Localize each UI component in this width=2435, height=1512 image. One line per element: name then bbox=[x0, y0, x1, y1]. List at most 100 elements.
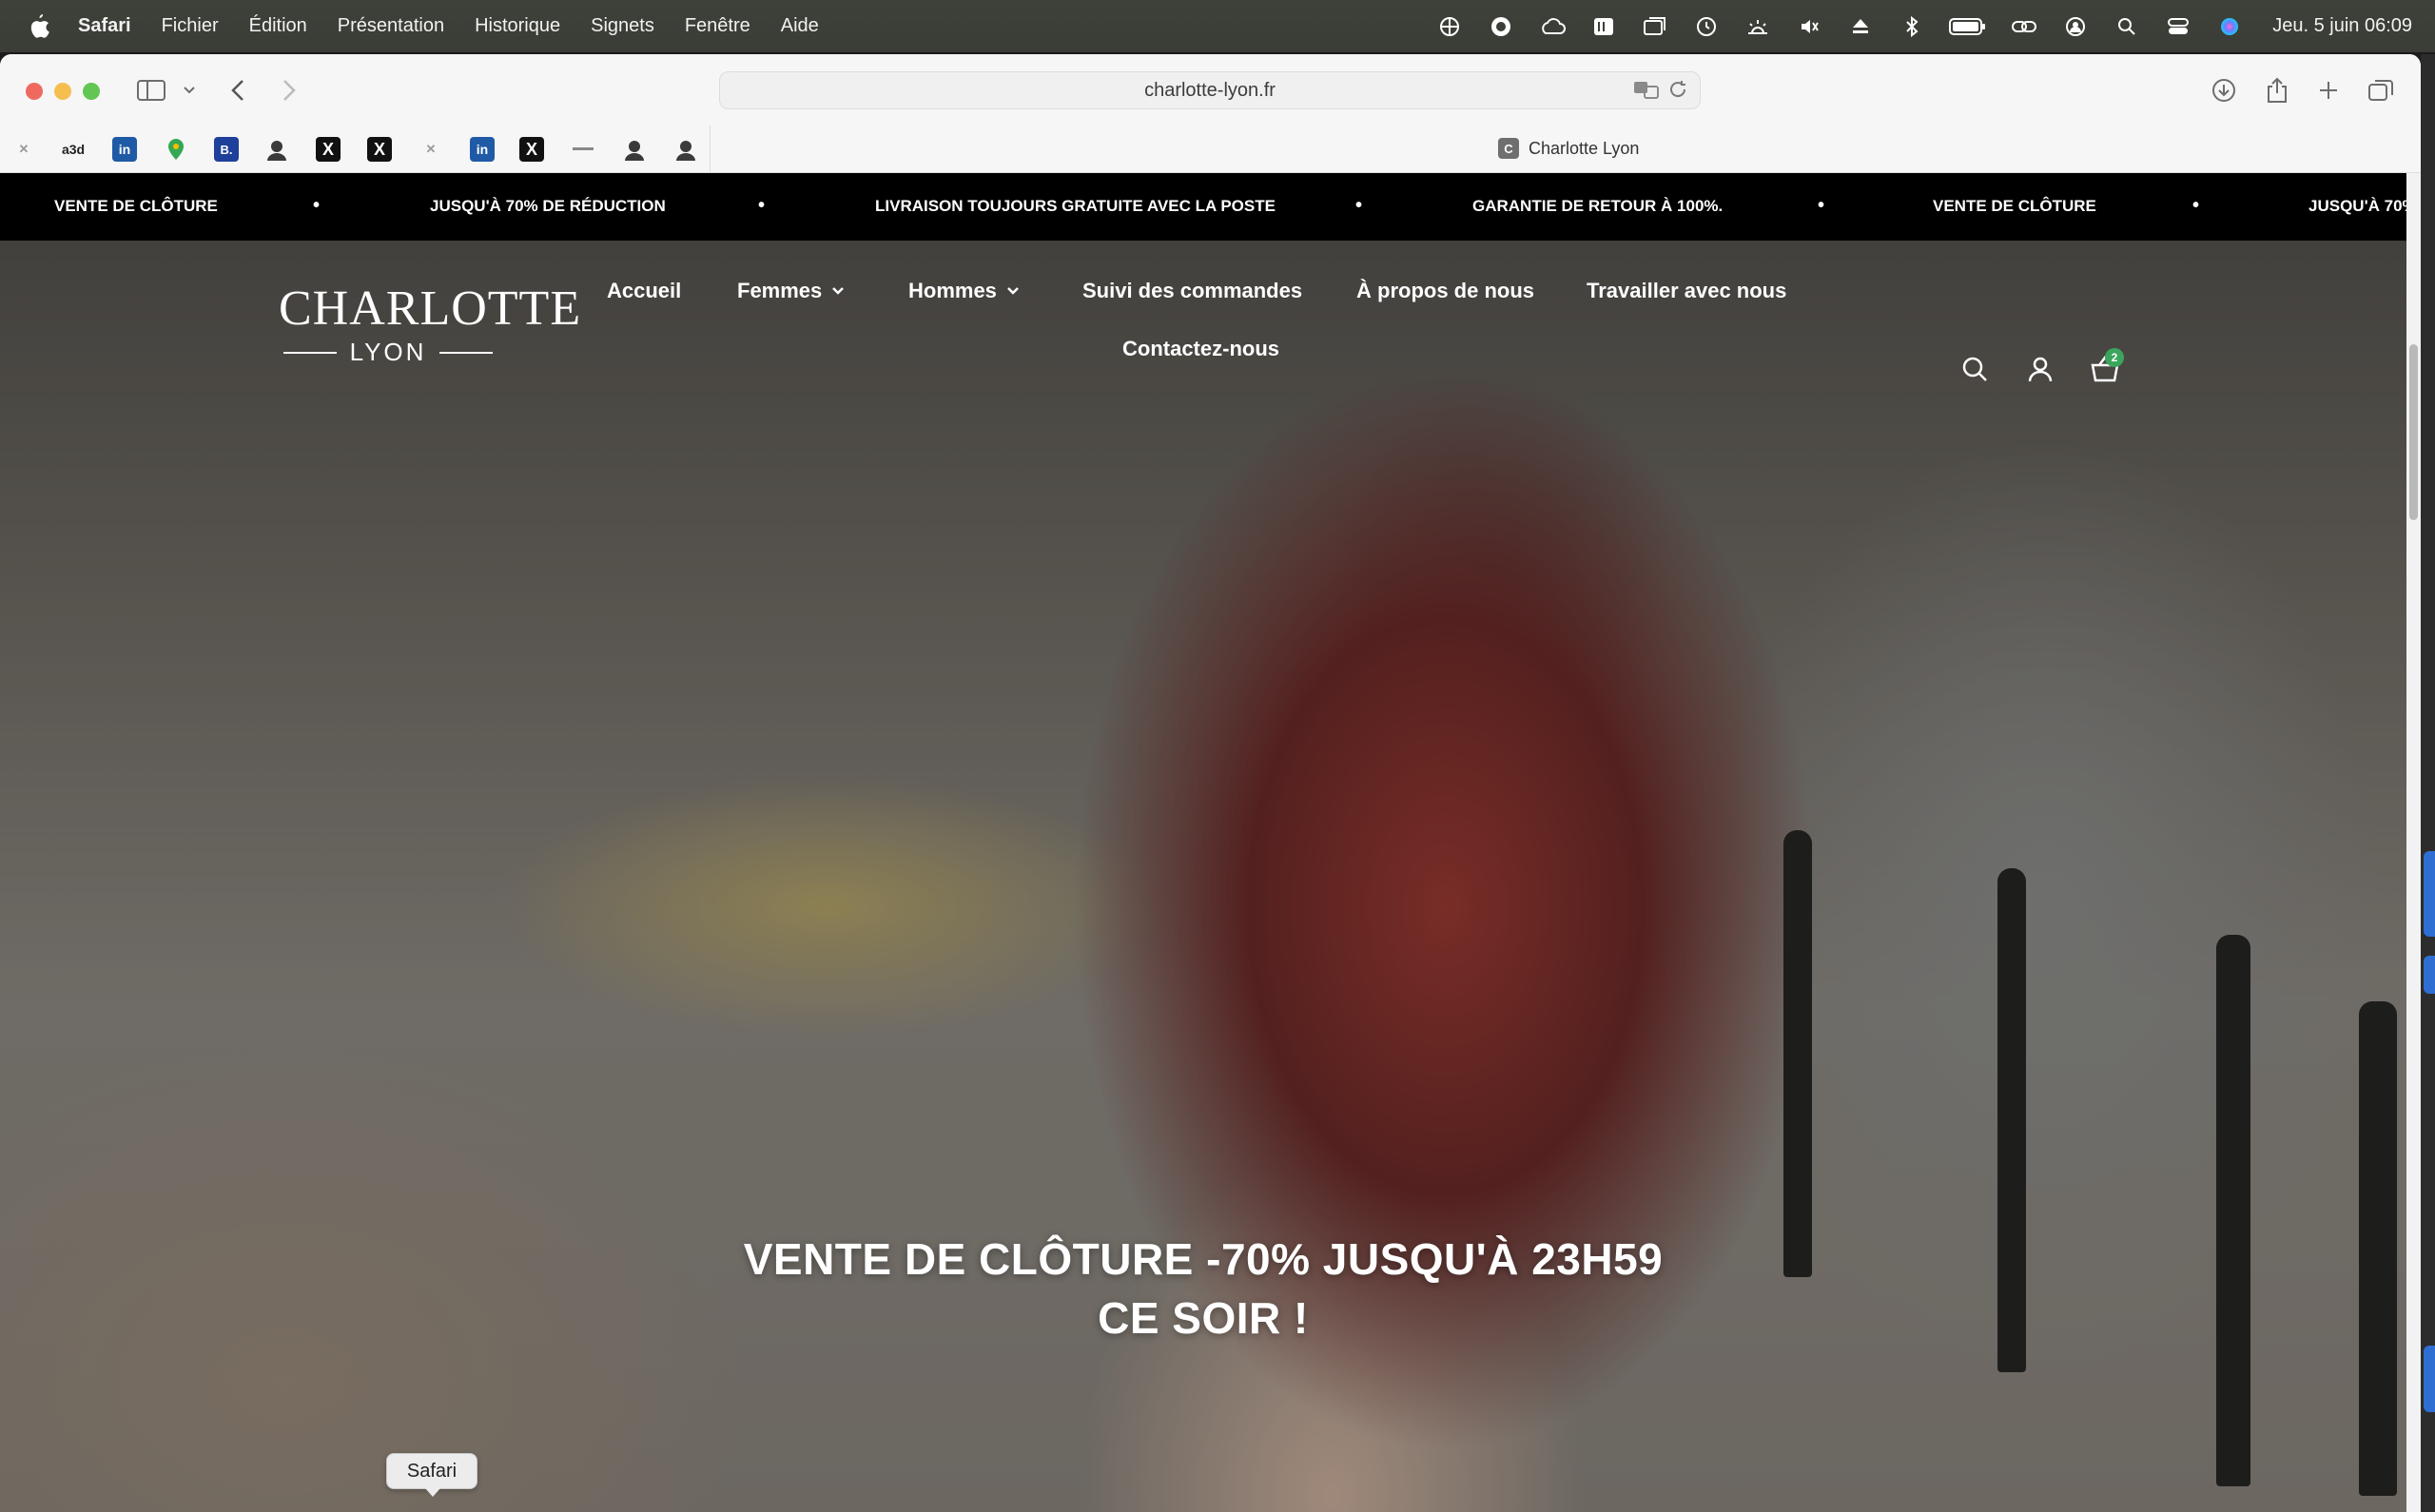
logo-rule bbox=[282, 351, 337, 354]
scrollbar-thumb[interactable] bbox=[2409, 344, 2418, 520]
window-icon[interactable] bbox=[1641, 12, 1669, 41]
logo-subtitle: LYON bbox=[349, 338, 427, 366]
favorites-divider bbox=[710, 126, 711, 173]
menu-fichier[interactable]: Fichier bbox=[162, 15, 219, 37]
forward-button[interactable] bbox=[278, 73, 301, 107]
tab-title: Charlotte Lyon bbox=[1529, 138, 1640, 158]
nav-femmes[interactable]: Femmes bbox=[737, 279, 845, 303]
announcement-item: VENTE DE CLÔTURE bbox=[54, 197, 218, 215]
background-window-edge bbox=[2424, 851, 2435, 937]
tab-favicon: C bbox=[1498, 138, 1519, 159]
announcement-item: LIVRAISON TOUJOURS GRATUITE AVEC LA POST… bbox=[875, 197, 1276, 215]
siri-icon[interactable] bbox=[2215, 12, 2244, 41]
fav-linkedin[interactable]: in bbox=[112, 137, 137, 162]
fav-person-icon-3[interactable] bbox=[673, 137, 698, 162]
hero-headline: VENTE DE CLÔTURE -70% JUSQU'À 23H59 CE S… bbox=[0, 1230, 2406, 1347]
downloads-icon[interactable] bbox=[2211, 73, 2237, 107]
control-center-icon[interactable] bbox=[2164, 12, 2192, 41]
fav-bird-icon-2[interactable]: ✕ bbox=[419, 137, 443, 162]
announcement-item: JUSQU'À 70% DE RÉDUCTION bbox=[430, 197, 666, 215]
status-area: Jeu. 5 juin 06:09 bbox=[1435, 0, 2435, 52]
cart-count-badge: 2 bbox=[2105, 348, 2124, 367]
minimize-window-button[interactable] bbox=[54, 83, 71, 100]
menu-presentation[interactable]: Présentation bbox=[338, 15, 444, 37]
logo-wordmark: CHARLOTTE bbox=[279, 281, 582, 336]
nav-label: Femmes bbox=[737, 279, 823, 302]
website-viewport: VENTE DE CLÔTURE • JUSQU'À 70% DE RÉDUCT… bbox=[0, 173, 2406, 1512]
address-bar[interactable]: charlotte-lyon.fr bbox=[719, 71, 1701, 109]
translate-icon[interactable] bbox=[1633, 79, 1660, 107]
fav-x-2[interactable]: X bbox=[367, 137, 392, 162]
menu-aide[interactable]: Aide bbox=[781, 15, 819, 37]
back-button[interactable] bbox=[226, 73, 249, 107]
tab-overview-icon[interactable] bbox=[2367, 73, 2395, 107]
muted-icon[interactable] bbox=[1795, 12, 1823, 41]
maps-pin-icon[interactable] bbox=[164, 137, 188, 162]
nav-contact[interactable]: Contactez-nous bbox=[1122, 337, 1279, 361]
reload-icon[interactable] bbox=[1667, 79, 1688, 107]
menu-app-name[interactable]: Safari bbox=[78, 15, 131, 37]
separator-dot: • bbox=[1818, 195, 1825, 216]
close-window-button[interactable] bbox=[26, 83, 43, 100]
spotlight-icon[interactable] bbox=[2113, 12, 2141, 41]
battery-icon[interactable] bbox=[1949, 12, 1987, 41]
fav-dash-icon[interactable] bbox=[571, 137, 595, 162]
fav-person-icon[interactable] bbox=[264, 137, 289, 162]
browser-window: charlotte-lyon.fr ✕ a3d in B. X X ✕ in X… bbox=[0, 54, 2421, 1512]
menu-edition[interactable]: Édition bbox=[249, 15, 307, 37]
favorites-bar: ✕ a3d in B. X X ✕ in X bbox=[0, 126, 2421, 173]
apple-icon[interactable] bbox=[25, 12, 53, 41]
new-tab-icon[interactable] bbox=[2315, 73, 2342, 107]
pinwheel-icon[interactable] bbox=[1435, 12, 1464, 41]
url-text: charlotte-lyon.fr bbox=[1144, 79, 1276, 101]
menu-fenetre[interactable]: Fenêtre bbox=[685, 15, 750, 37]
link-icon[interactable] bbox=[2010, 12, 2038, 41]
brightness-icon[interactable] bbox=[1743, 12, 1772, 41]
announcement-item: JUSQU'À 70% bbox=[2308, 197, 2406, 215]
nav-label: Travailler avec nous bbox=[1587, 279, 1787, 302]
time-machine-icon[interactable] bbox=[1692, 12, 1721, 41]
screen-icon[interactable] bbox=[1589, 12, 1618, 41]
chevron-down-icon bbox=[1007, 287, 1019, 295]
fav-x-1[interactable]: X bbox=[316, 137, 341, 162]
account-icon[interactable] bbox=[2024, 353, 2056, 385]
nav-hommes[interactable]: Hommes bbox=[908, 279, 1020, 303]
menu-signets[interactable]: Signets bbox=[591, 15, 654, 37]
page-scrollbar[interactable] bbox=[2406, 173, 2421, 1512]
eject-icon[interactable] bbox=[1846, 12, 1875, 41]
zoom-window-button[interactable] bbox=[83, 83, 100, 100]
separator-dot: • bbox=[758, 195, 766, 216]
desktop-edge bbox=[2421, 54, 2435, 1512]
chevron-down-icon[interactable] bbox=[181, 73, 198, 107]
share-icon[interactable] bbox=[2264, 73, 2290, 107]
chevron-down-icon bbox=[832, 287, 845, 295]
nav-travailler[interactable]: Travailler avec nous bbox=[1587, 279, 1786, 303]
menu-bar: Safari Fichier Édition Présentation Hist… bbox=[0, 0, 2435, 52]
nav-a-propos[interactable]: À propos de nous bbox=[1356, 279, 1534, 303]
menu-historique[interactable]: Historique bbox=[475, 15, 560, 37]
sidebar-toggle-icon[interactable] bbox=[135, 73, 167, 107]
fav-person-icon-2[interactable] bbox=[622, 137, 647, 162]
fav-a3d[interactable]: a3d bbox=[61, 137, 86, 162]
fav-bird-icon[interactable]: ✕ bbox=[11, 137, 36, 162]
tab-charlotte-lyon[interactable]: C Charlotte Lyon bbox=[1498, 138, 1639, 159]
nav-label: À propos de nous bbox=[1356, 279, 1534, 302]
background-window-edge bbox=[2424, 956, 2435, 994]
separator-dot: • bbox=[313, 195, 321, 216]
fav-linkedin-2[interactable]: in bbox=[470, 137, 495, 162]
browser-toolbar: charlotte-lyon.fr bbox=[0, 54, 2421, 126]
nav-accueil[interactable]: Accueil bbox=[607, 279, 681, 303]
cloud-sync-icon[interactable] bbox=[1538, 12, 1567, 41]
bluetooth-icon[interactable] bbox=[1898, 12, 1926, 41]
fav-x-3[interactable]: X bbox=[519, 137, 544, 162]
app-icon[interactable] bbox=[1487, 12, 1515, 41]
nav-label: Contactez-nous bbox=[1122, 337, 1279, 360]
nav-label: Hommes bbox=[908, 279, 997, 302]
nav-suivi-commandes[interactable]: Suivi des commandes bbox=[1082, 279, 1302, 303]
search-icon[interactable] bbox=[1958, 353, 1991, 385]
logo-rule bbox=[439, 351, 494, 354]
user-icon[interactable] bbox=[2061, 12, 2090, 41]
fav-booking[interactable]: B. bbox=[214, 137, 239, 162]
menubar-clock[interactable]: Jeu. 5 juin 06:09 bbox=[2272, 15, 2412, 37]
site-logo[interactable]: CHARLOTTE LYON bbox=[279, 281, 582, 367]
